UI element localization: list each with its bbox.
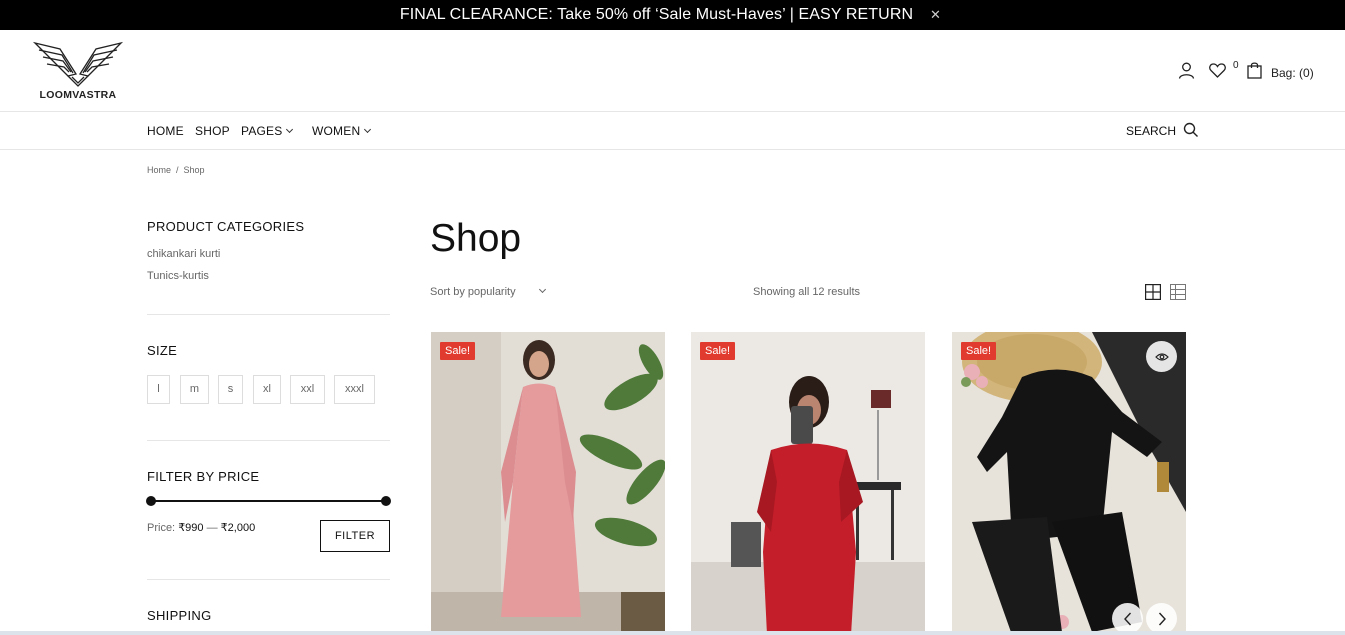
heart-icon[interactable] <box>1209 63 1226 83</box>
price-filter-title: FILTER BY PRICE <box>147 469 260 484</box>
breadcrumb-separator: / <box>176 165 179 175</box>
shipping-title: SHIPPING <box>147 608 212 623</box>
size-title: SIZE <box>147 343 178 358</box>
prev-image-chevron-left-icon[interactable] <box>1112 603 1143 634</box>
price-max: ₹2,000 <box>220 522 256 534</box>
chevron-down-icon <box>538 285 546 294</box>
nav-item-women[interactable]: WOMEN <box>312 124 372 138</box>
price-separator: — <box>206 522 218 534</box>
announcement-bar: FINAL CLEARANCE: Take 50% off ‘Sale Must… <box>0 0 1345 30</box>
nav-item-pages[interactable]: PAGES <box>241 124 294 138</box>
window-bottom-edge <box>0 631 1345 635</box>
result-count: Showing all 12 results <box>753 286 861 298</box>
divider <box>147 440 390 441</box>
sale-badge: Sale! <box>961 342 997 360</box>
size-option[interactable]: xl <box>253 375 281 404</box>
red-kurti-photo <box>691 332 925 635</box>
category-link[interactable]: chikankari kurti <box>147 248 220 260</box>
price-min: ₹990 <box>178 522 204 534</box>
price-prefix: Price: <box>147 522 176 534</box>
size-option[interactable]: s <box>218 375 243 404</box>
black-suit-photo <box>952 332 1186 635</box>
announcement-text: FINAL CLEARANCE: Take 50% off ‘Sale Must… <box>399 6 914 23</box>
pink-kurti-photo <box>431 332 665 635</box>
price-range-text: Price: ₹990 — ₹2,000 <box>147 521 255 534</box>
wishlist-count: 0 <box>1233 60 1239 71</box>
price-slider-track[interactable] <box>151 500 386 502</box>
bag-icon[interactable] <box>1247 61 1262 84</box>
page-title: Shop <box>430 217 522 260</box>
size-option[interactable]: xxl <box>290 375 325 404</box>
quick-view-eye-icon[interactable] <box>1146 341 1177 372</box>
size-option[interactable]: xxxl <box>334 375 375 404</box>
logo-text: LOOMVASTRA <box>39 89 117 101</box>
search-link[interactable]: SEARCH <box>1126 124 1176 138</box>
list-view-icon[interactable] <box>1170 284 1186 305</box>
nav-item-home[interactable]: HOME <box>147 124 184 138</box>
divider <box>147 314 390 315</box>
divider <box>147 579 390 580</box>
search-icon[interactable] <box>1183 122 1199 143</box>
sort-label: Sort by popularity <box>430 286 516 298</box>
breadcrumb: Home / Shop <box>147 165 205 175</box>
filter-button[interactable]: FILTER <box>320 520 390 552</box>
category-link[interactable]: Tunics-kurtis <box>147 270 209 282</box>
user-icon[interactable] <box>1178 62 1195 84</box>
chevron-down-icon <box>364 125 372 134</box>
wings-logo-icon <box>32 41 124 87</box>
sale-badge: Sale! <box>700 342 736 360</box>
grid-view-icon[interactable] <box>1145 284 1162 305</box>
nav-label: HOME <box>147 124 184 138</box>
next-image-chevron-right-icon[interactable] <box>1146 603 1177 634</box>
product-card[interactable]: Sale! <box>431 332 665 635</box>
breadcrumb-home[interactable]: Home <box>147 165 171 175</box>
bag-label[interactable]: Bag: (0) <box>1271 66 1314 80</box>
sale-badge: Sale! <box>440 342 476 360</box>
price-slider-max-handle[interactable] <box>381 496 391 506</box>
product-card[interactable]: Sale! <box>952 332 1186 635</box>
breadcrumb-current: Shop <box>183 165 205 175</box>
nav-label: SHOP <box>195 124 230 138</box>
size-option[interactable]: l <box>147 375 170 404</box>
nav-item-shop[interactable]: SHOP <box>195 124 230 138</box>
chevron-down-icon <box>286 125 294 134</box>
logo[interactable]: LOOMVASTRA <box>32 40 124 102</box>
size-option[interactable]: m <box>180 375 209 404</box>
close-icon[interactable]: ✕ <box>930 7 941 23</box>
nav-label: WOMEN <box>312 124 361 138</box>
site-header: LOOMVASTRA 0 Bag: (0) <box>0 30 1345 112</box>
price-slider-min-handle[interactable] <box>146 496 156 506</box>
main-nav: HOME SHOP PAGES WOMEN SEARCH <box>0 112 1345 150</box>
categories-title: PRODUCT CATEGORIES <box>147 219 305 234</box>
product-card[interactable]: Sale! <box>691 332 925 635</box>
sort-select[interactable]: Sort by popularity <box>430 285 546 298</box>
nav-label: PAGES <box>241 124 283 138</box>
